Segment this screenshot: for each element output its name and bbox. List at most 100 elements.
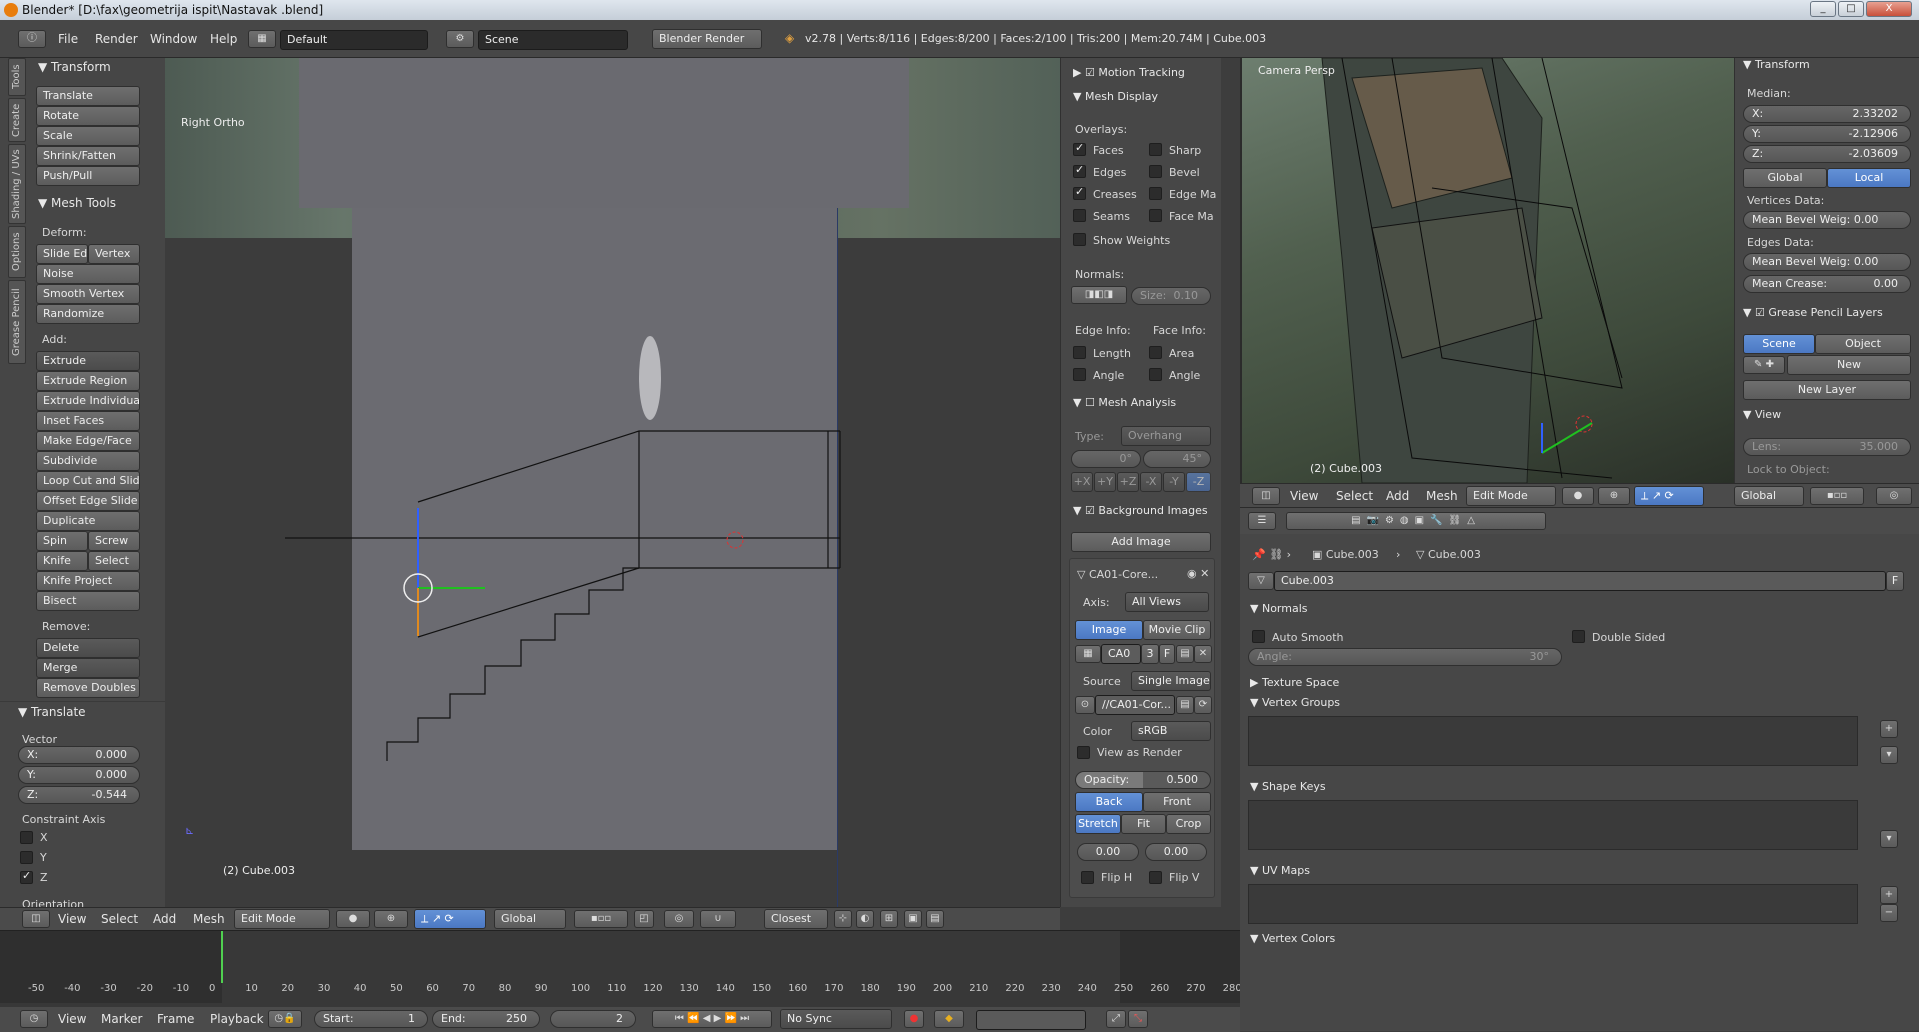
record-icon[interactable]: ●	[904, 1010, 924, 1028]
gp-new-layer-button[interactable]: New Layer	[1743, 380, 1911, 400]
overhang-max-field[interactable]: 45°	[1143, 450, 1211, 468]
image-fake-user[interactable]: F	[1159, 644, 1175, 664]
grease-pencil-layers-header[interactable]: ▼ ☑ Grease Pencil Layers	[1743, 306, 1883, 319]
median-x-field[interactable]: X: 2.33202	[1743, 105, 1911, 123]
mesh-display-header[interactable]: ▼ Mesh Display	[1073, 90, 1158, 103]
uv-maps-list[interactable]	[1248, 884, 1858, 924]
breadcrumb-mesh[interactable]: ▽ Cube.003	[1416, 548, 1481, 561]
overlay-edges-checkbox[interactable]	[1073, 163, 1086, 178]
slide-vertex-button[interactable]: Vertex	[88, 244, 140, 264]
occlude-icon[interactable]: ◰	[634, 910, 654, 928]
offset-edge-slide-button[interactable]: Offset Edge Slide	[36, 491, 140, 511]
offset-y-field[interactable]: 0.00	[1145, 843, 1207, 861]
fit-button[interactable]: Fit	[1121, 814, 1166, 834]
menu-select-right[interactable]: Select	[1336, 489, 1373, 503]
current-frame-field[interactable]: 2	[550, 1010, 636, 1028]
shrink-fatten-button[interactable]: Shrink/Fatten	[36, 146, 140, 166]
mean-bevel-vertex-field[interactable]: Mean Bevel Weig: 0.00	[1743, 211, 1911, 229]
bisect-button[interactable]: Bisect	[36, 591, 140, 611]
vertex-group-menu-icon[interactable]: ▾	[1880, 746, 1898, 764]
gp-scene-button[interactable]: Scene	[1743, 334, 1815, 354]
manipulator-toggles[interactable]: ⟂ ↗ ⟳	[414, 909, 486, 929]
vector-x-field[interactable]: X: 0.000	[18, 746, 140, 764]
remove-doubles-button[interactable]: Remove Doubles	[36, 678, 140, 698]
render-engine-select[interactable]: Blender Render	[652, 29, 762, 49]
shape-key-menu-icon[interactable]: ▾	[1880, 830, 1898, 848]
orientation-select-right[interactable]: Global	[1734, 486, 1804, 506]
camera-icon[interactable]: ▣	[904, 910, 922, 928]
image-users[interactable]: 3	[1141, 644, 1159, 664]
proportional-icon-right[interactable]: ◎	[1876, 487, 1912, 505]
proportional-icon[interactable]: ◎	[664, 910, 694, 928]
gp-pencil-icon[interactable]: ✎ ✚	[1743, 356, 1785, 374]
local-button[interactable]: Local	[1827, 168, 1911, 188]
mesh-fake-user[interactable]: F	[1886, 571, 1904, 591]
pivot-icon[interactable]: ⊕	[374, 910, 408, 928]
mesh-analysis-header[interactable]: ▼ ☐ Mesh Analysis	[1073, 396, 1176, 409]
shape-keys-header[interactable]: ▼ Shape Keys	[1250, 780, 1326, 793]
motion-tracking-header[interactable]: ▶ ☑ Motion Tracking	[1073, 66, 1185, 79]
snap-icon[interactable]: ∪	[700, 910, 736, 928]
slide-edge-button[interactable]: Slide Ed	[36, 244, 88, 264]
gp-object-button[interactable]: Object	[1815, 334, 1911, 354]
vertex-group-add-icon[interactable]: +	[1880, 720, 1898, 738]
axis-plus-y[interactable]: +Y	[1094, 472, 1116, 492]
uv-map-remove-icon[interactable]: −	[1880, 904, 1898, 922]
subdivide-button[interactable]: Subdivide	[36, 451, 140, 471]
start-frame-field[interactable]: Start: 1	[314, 1010, 428, 1028]
knife-button[interactable]: Knife	[36, 551, 88, 571]
noise-button[interactable]: Noise	[36, 264, 140, 284]
axis-plus-x[interactable]: +X	[1071, 472, 1093, 492]
menu-mesh-right[interactable]: Mesh	[1426, 489, 1458, 503]
axis-minus-z[interactable]: -Z	[1186, 472, 1211, 492]
smooth-vertex-button[interactable]: Smooth Vertex	[36, 284, 140, 304]
analysis-type-select[interactable]: Overhang	[1121, 426, 1211, 446]
image-open-icon[interactable]: ▤	[1176, 645, 1194, 663]
mesh-datablock-field[interactable]: Cube.003	[1274, 571, 1886, 591]
knife-select-button[interactable]: Select	[88, 551, 140, 571]
image-name-field[interactable]: CA0	[1101, 644, 1141, 664]
median-y-field[interactable]: Y: -2.12906	[1743, 125, 1911, 143]
preview-range-icon[interactable]: ◷🔒	[268, 1010, 302, 1028]
normals-display-icons[interactable]: ◨◧◨	[1071, 286, 1127, 304]
normals-size-field[interactable]: Size: 0.10	[1131, 287, 1211, 305]
tab-tools[interactable]: Tools	[8, 58, 26, 96]
menu-view[interactable]: View	[58, 912, 86, 926]
scene-field[interactable]: Scene	[478, 30, 628, 50]
pivot-icon-right[interactable]: ⊕	[1598, 487, 1630, 505]
bg-image-name[interactable]: ▽ CA01-Core...	[1077, 568, 1158, 581]
insert-keyframe-icon[interactable]: ⤢	[1106, 1010, 1126, 1028]
shape-keys-list[interactable]	[1248, 800, 1858, 850]
mean-bevel-edge-field[interactable]: Mean Bevel Weig: 0.00	[1743, 253, 1911, 271]
menu-file[interactable]: File	[58, 32, 78, 46]
extrude-individual-button[interactable]: Extrude Individual	[36, 391, 140, 411]
crop-button[interactable]: Crop	[1166, 814, 1211, 834]
vector-y-field[interactable]: Y: 0.000	[18, 766, 140, 784]
keying-set-icon[interactable]: ◆	[934, 1010, 964, 1028]
stretch-button[interactable]: Stretch	[1075, 814, 1121, 834]
menu-add-right[interactable]: Add	[1386, 489, 1409, 503]
menu-mesh[interactable]: Mesh	[193, 912, 225, 926]
overlay-seams-checkbox[interactable]	[1073, 209, 1086, 222]
flip-v-checkbox[interactable]	[1149, 871, 1162, 884]
overlay-face-marks-checkbox[interactable]	[1149, 209, 1162, 222]
close-button[interactable]: X	[1866, 1, 1912, 17]
loop-cut-button[interactable]: Loop Cut and Slide	[36, 471, 140, 491]
back-button[interactable]: Back	[1075, 792, 1143, 812]
offset-x-field[interactable]: 0.00	[1077, 843, 1139, 861]
overlay-edge-marks-checkbox[interactable]	[1149, 187, 1162, 200]
axis-minus-y[interactable]: -Y	[1163, 472, 1185, 492]
normals-panel-header[interactable]: ▼ Normals	[1250, 602, 1308, 615]
shading-icon-right[interactable]: ●	[1562, 487, 1594, 505]
editor-type-icon[interactable]: ⓘ	[18, 30, 46, 48]
editor-type-3dview-icon[interactable]: ◫	[22, 910, 50, 928]
transform-header-right[interactable]: ▼ Transform	[1743, 58, 1810, 71]
edge-length-checkbox[interactable]	[1073, 346, 1086, 359]
edge-angle-checkbox[interactable]	[1073, 368, 1086, 381]
vertex-groups-list[interactable]	[1248, 716, 1858, 766]
front-button[interactable]: Front	[1143, 792, 1211, 812]
timeline-menu-playback[interactable]: Playback	[210, 1012, 264, 1026]
mode-select-right[interactable]: Edit Mode	[1466, 486, 1556, 506]
layout-field[interactable]: Default	[280, 30, 428, 50]
constraint-z-checkbox[interactable]	[20, 869, 33, 884]
